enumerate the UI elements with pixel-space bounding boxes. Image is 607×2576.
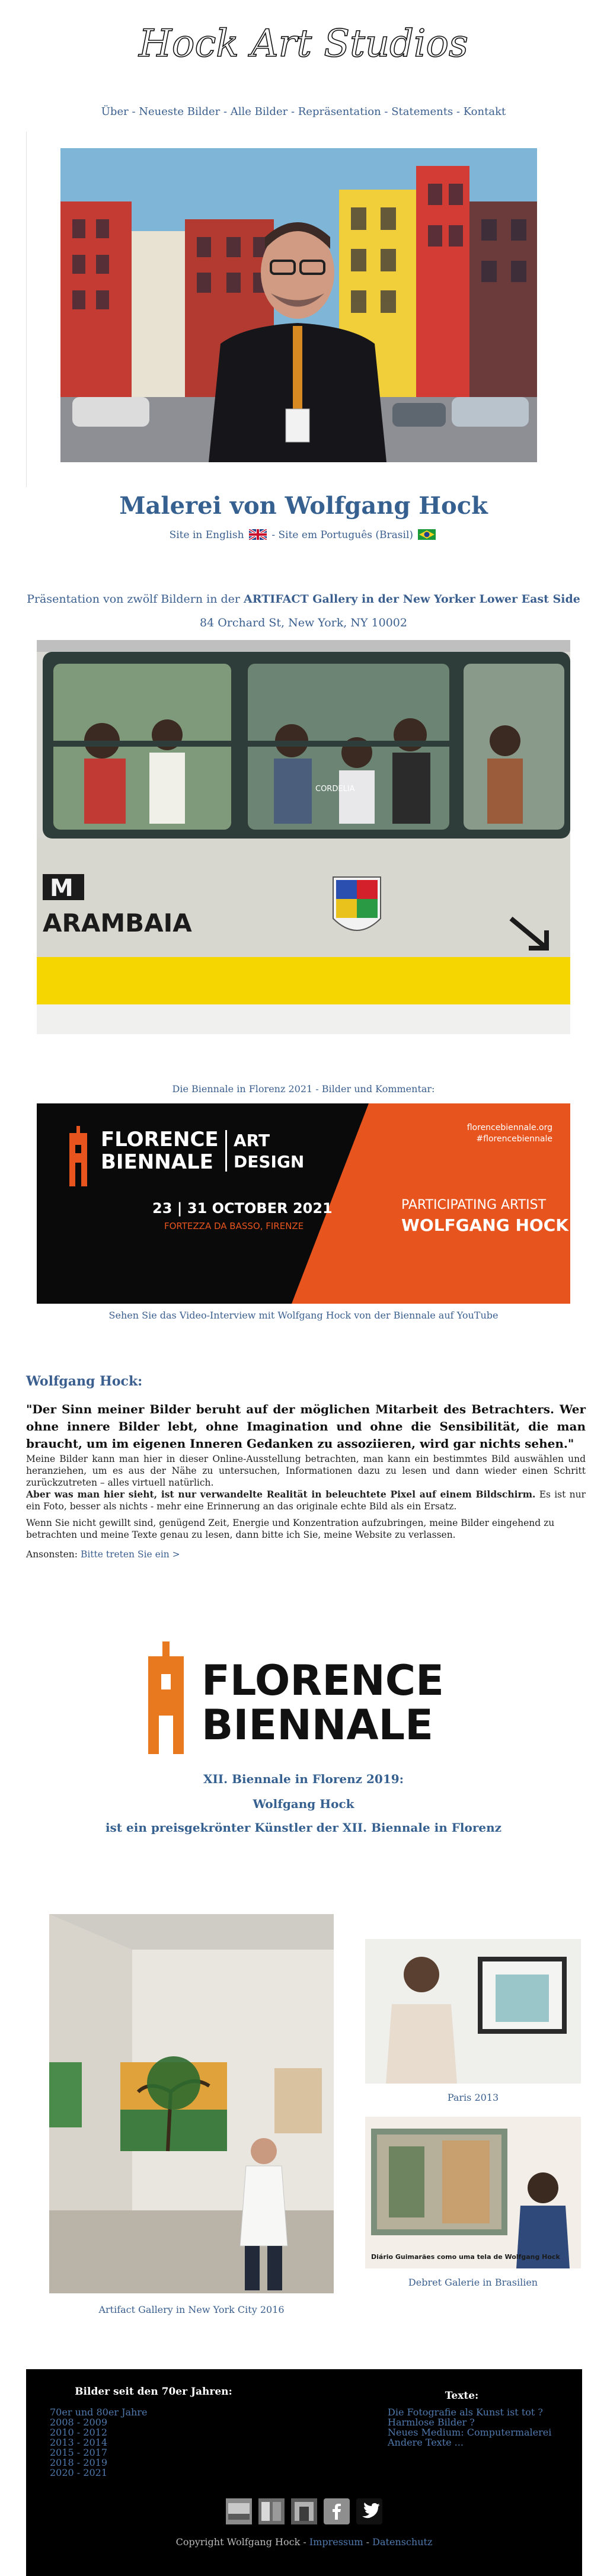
nav-separator: - bbox=[287, 105, 298, 118]
biennale-2019-artist: Wolfgang Hock bbox=[253, 1797, 354, 1811]
main-nav: Über - Neueste Bilder - Alle Bilder - Re… bbox=[0, 105, 607, 118]
enter-prefix: Ansonsten: bbox=[26, 1549, 81, 1560]
nav-separator: - bbox=[220, 105, 231, 118]
banner-brand-1: FLORENCE bbox=[101, 1128, 219, 1151]
artifact-gallery-link[interactable]: ARTIFACT Gallery in der New Yorker Lower… bbox=[244, 593, 580, 606]
footer-link-computer-painting[interactable]: Neues Medium: Computermalerei bbox=[388, 2427, 551, 2437]
divider bbox=[26, 132, 27, 487]
banner-venue: FORTEZZA DA BASSO, FIRENZE bbox=[164, 1221, 304, 1231]
hero-photo-artist bbox=[60, 148, 537, 462]
footer-link-2013[interactable]: 2013 - 2014 bbox=[50, 2437, 147, 2447]
statement-author: Wolfgang Hock: bbox=[26, 1374, 143, 1389]
nav-item-all-pictures[interactable]: Alle Bilder bbox=[231, 105, 287, 118]
footer-texts-heading: Texte: bbox=[445, 2390, 479, 2402]
banner-artist: WOLFGANG HOCK bbox=[401, 1215, 569, 1235]
footer-link-2018[interactable]: 2018 - 2019 bbox=[50, 2457, 147, 2468]
biennale-2021-link[interactable]: Die Biennale in Florenz 2021 - Bilder un… bbox=[0, 1083, 607, 1095]
nav-separator: - bbox=[453, 105, 464, 118]
flag-brazil-icon[interactable] bbox=[418, 529, 436, 540]
footer-link-2010[interactable]: 2010 - 2012 bbox=[50, 2427, 147, 2437]
photo-debret-gallery[interactable]: Diário Guimarães como uma tela de Wolfga… bbox=[365, 2117, 581, 2268]
flag-uk-icon[interactable] bbox=[248, 529, 267, 540]
language-links: Site in English - Site em Português (Bra… bbox=[0, 529, 607, 541]
footer-link-2020[interactable]: 2020 - 2021 bbox=[50, 2468, 147, 2478]
banner-art-1: ART bbox=[234, 1131, 270, 1150]
banner-art-2: DESIGN bbox=[234, 1152, 304, 1172]
biennale-2019-heading: XII. Biennale in Florenz 2019: bbox=[203, 1772, 404, 1786]
logo-text: Hock Art Studios bbox=[138, 22, 468, 66]
banner-brand-2: BIENNALE bbox=[101, 1150, 213, 1174]
nav-item-newest[interactable]: Neueste Bilder bbox=[139, 105, 220, 118]
banner-participating: PARTICIPATING ARTIST bbox=[401, 1198, 547, 1212]
copyright-text: Copyright Wolfgang Hock - bbox=[175, 2536, 309, 2548]
painting-bus-image[interactable]: CORDELIA M ARAMBAIA bbox=[37, 640, 570, 1034]
statement-paragraph-1: Meine Bilder kann man hier in dieser Onl… bbox=[26, 1453, 586, 1512]
banner-web-2: #florencebiennale bbox=[476, 1134, 552, 1144]
footer-icons bbox=[26, 2498, 582, 2524]
nav-separator: - bbox=[128, 105, 139, 118]
biennale-2021-banner[interactable]: FLORENCE BIENNALE ART DESIGN 23 | 31 OCT… bbox=[37, 1103, 570, 1304]
caption-new-york: Artifact Gallery in New York City 2016 bbox=[98, 2304, 285, 2315]
footer: Bilder seit den 70er Jahren: 70er und 80… bbox=[26, 2369, 582, 2576]
footer-copyright: Copyright Wolfgang Hock - Impressum - Da… bbox=[26, 2536, 582, 2548]
privacy-link[interactable]: Datenschutz bbox=[372, 2536, 432, 2548]
florence-biennale-logo: FLORENCE BIENNALE bbox=[148, 1641, 444, 1754]
enter-site-link[interactable]: Bitte treten Sie ein > bbox=[81, 1549, 180, 1560]
footer-texts-list: Die Fotografie als Kunst ist tot ? Harml… bbox=[388, 2407, 551, 2447]
photo-paris-2013[interactable] bbox=[365, 1939, 581, 2084]
artifact-address: 84 Orchard St, New York, NY 10002 bbox=[200, 616, 407, 629]
link-portuguese-site[interactable]: Site em Português (Brasil) bbox=[279, 529, 414, 541]
caption-paris: Paris 2013 bbox=[447, 2092, 499, 2103]
photo-artifact-gallery[interactable] bbox=[49, 1914, 334, 2293]
footer-pictures-heading: Bilder seit den 70er Jahren: bbox=[75, 2386, 232, 2398]
debret-inner-text: Diário Guimarães como uma tela de Wolfga… bbox=[371, 2253, 560, 2261]
banner-dates: 23 | 31 OCTOBER 2021 bbox=[152, 1200, 333, 1217]
banner-web-1: florencebiennale.org bbox=[467, 1123, 552, 1132]
statement-para1-a: Meine Bilder kann man hier in dieser Onl… bbox=[26, 1454, 586, 1488]
caption-debret: Debret Galerie in Brasilien bbox=[408, 2277, 538, 2288]
nav-item-statements[interactable]: Statements bbox=[391, 105, 453, 118]
artifact-intro: Präsentation von zwölf Bildern in der AR… bbox=[0, 593, 607, 606]
bus-text-m: M bbox=[50, 875, 74, 902]
artist-quote: "Der Sinn meiner Bilder beruht auf der m… bbox=[26, 1402, 586, 1451]
site-logo[interactable]: Hock Art Studios bbox=[0, 12, 607, 77]
impressum-link[interactable]: Impressum bbox=[309, 2536, 363, 2548]
footer-link-other-texts[interactable]: Andere Texte ... bbox=[388, 2437, 551, 2447]
footer-link-2015[interactable]: 2015 - 2017 bbox=[50, 2447, 147, 2457]
footer-pictures-list: 70er und 80er Jahre 2008 - 2009 2010 - 2… bbox=[50, 2407, 147, 2478]
enter-line: Ansonsten: Bitte treten Sie ein > bbox=[26, 1549, 180, 1560]
logo-florence: FLORENCE bbox=[202, 1656, 444, 1705]
nav-item-about[interactable]: Über bbox=[101, 105, 129, 118]
statement-paragraph-2: Wenn Sie nicht gewillt sind, genügend Ze… bbox=[26, 1518, 555, 1540]
footer-separator: - bbox=[363, 2536, 373, 2548]
bus-text-cordelia: CORDELIA bbox=[315, 785, 355, 793]
artifact-intro-text: Präsentation von zwölf Bildern in der bbox=[27, 593, 244, 606]
bus-text-arambaia: ARAMBAIA bbox=[43, 908, 192, 937]
footer-link-2008[interactable]: 2008 - 2009 bbox=[50, 2417, 147, 2427]
share-thumbnail-icon[interactable] bbox=[258, 2498, 285, 2524]
statement-para1-b: Aber was man hier sieht, ist nur verwand… bbox=[26, 1489, 536, 1500]
nav-separator: - bbox=[381, 105, 392, 118]
twitter-icon[interactable] bbox=[356, 2498, 383, 2524]
facebook-icon[interactable] bbox=[324, 2498, 350, 2524]
lang-separator: - bbox=[271, 529, 279, 541]
youtube-interview-link[interactable]: Sehen Sie das Video-Interview mit Wolfga… bbox=[0, 1310, 607, 1321]
footer-link-70er[interactable]: 70er und 80er Jahre bbox=[50, 2407, 147, 2417]
link-english-site[interactable]: Site in English bbox=[170, 529, 244, 541]
page-title: Malerei von Wolfgang Hock bbox=[119, 492, 488, 520]
share-thumbnail-icon[interactable] bbox=[291, 2498, 317, 2524]
share-thumbnail-icon[interactable] bbox=[225, 2498, 252, 2524]
footer-link-photography[interactable]: Die Fotografie als Kunst ist tot ? bbox=[388, 2407, 551, 2417]
nav-item-representation[interactable]: Repräsentation bbox=[298, 105, 381, 118]
nav-item-contact[interactable]: Kontakt bbox=[464, 105, 506, 118]
logo-biennale: BIENNALE bbox=[202, 1701, 433, 1749]
footer-link-harmless[interactable]: Harmlose Bilder ? bbox=[388, 2417, 551, 2427]
biennale-2019-award: ist ein preisgekrönter Künstler der XII.… bbox=[105, 1820, 502, 1835]
